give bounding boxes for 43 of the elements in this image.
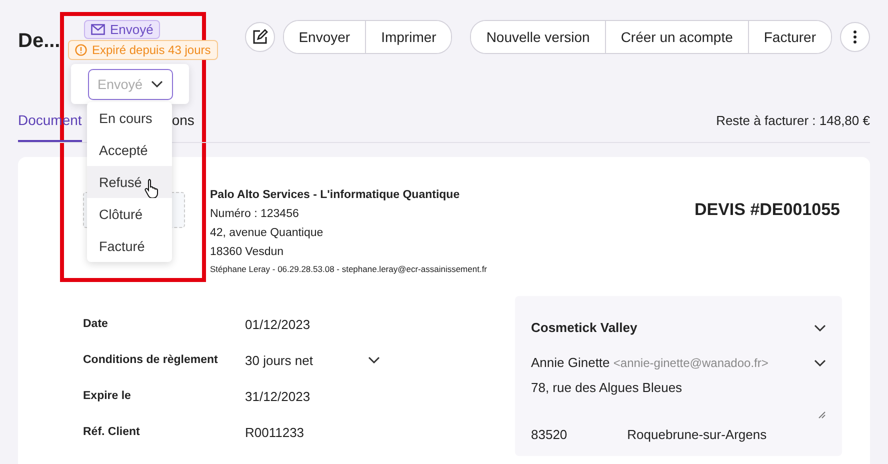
contact-name: Annie Ginette <annie-ginette@wanadoo.fr> — [531, 355, 768, 370]
envelope-icon — [91, 24, 105, 35]
field-label: Conditions de règlement — [83, 354, 219, 366]
action-button[interactable]: Facturer — [748, 21, 831, 53]
menu-option[interactable]: Facturé — [87, 230, 172, 262]
client-company: Cosmetick Valley — [531, 320, 638, 336]
more-icon — [853, 30, 857, 44]
menu-option[interactable]: En cours — [87, 102, 172, 134]
field-label: Réf. Client — [83, 426, 141, 438]
menu-option[interactable]: Clôturé — [87, 198, 172, 230]
page-title: De... — [18, 30, 62, 53]
warning-icon — [75, 44, 87, 56]
document-title: DEVIS #DE001055 — [694, 200, 840, 220]
status-badge: Envoyé — [84, 20, 160, 39]
menu-option[interactable]: Accepté — [87, 134, 172, 166]
select-field[interactable]: 30 jours net — [245, 352, 380, 368]
edit-button[interactable] — [244, 22, 275, 52]
field-value: R0011233 — [245, 424, 304, 440]
address-field[interactable]: 78, rue des Algues Bleues — [531, 380, 826, 423]
resize-grip-icon — [818, 410, 826, 419]
chevron-down-icon — [814, 358, 826, 367]
company-name: Palo Alto Services - L'informatique Quantique — [210, 188, 461, 203]
field-value: 31/12/2023 — [245, 388, 310, 404]
field-label: Date — [83, 318, 109, 330]
remaining-amount: Reste à facturer : 148,80 € — [716, 113, 870, 130]
chevron-down-icon — [368, 356, 380, 364]
chevron-down-icon — [814, 324, 826, 332]
edit-icon — [252, 29, 268, 45]
company-street: 42, avenue Quantique — [210, 226, 324, 241]
company-city: 18360 Vesdun — [210, 245, 285, 260]
expiry-badge: Expiré depuis 43 jours — [68, 40, 218, 60]
tab[interactable]: ons — [172, 112, 194, 142]
chevron-down-icon — [150, 80, 163, 88]
company-number: Numéro : 123456 — [210, 207, 300, 222]
postcode: 83520 — [531, 426, 568, 442]
field-label: Expire le — [83, 390, 132, 402]
field-value: 01/12/2023 — [245, 316, 310, 332]
more-button[interactable] — [840, 22, 870, 52]
city: Roquebrune-sur-Argens — [627, 426, 767, 442]
action-button[interactable]: Imprimer — [365, 21, 452, 53]
company-contact: Stéphane Leray - 06.29.28.53.08 - stephane.leray@ecr-assainissement.fr — [210, 263, 488, 276]
menu-option[interactable]: Refusé — [87, 166, 172, 198]
hand-cursor-icon — [144, 178, 160, 198]
